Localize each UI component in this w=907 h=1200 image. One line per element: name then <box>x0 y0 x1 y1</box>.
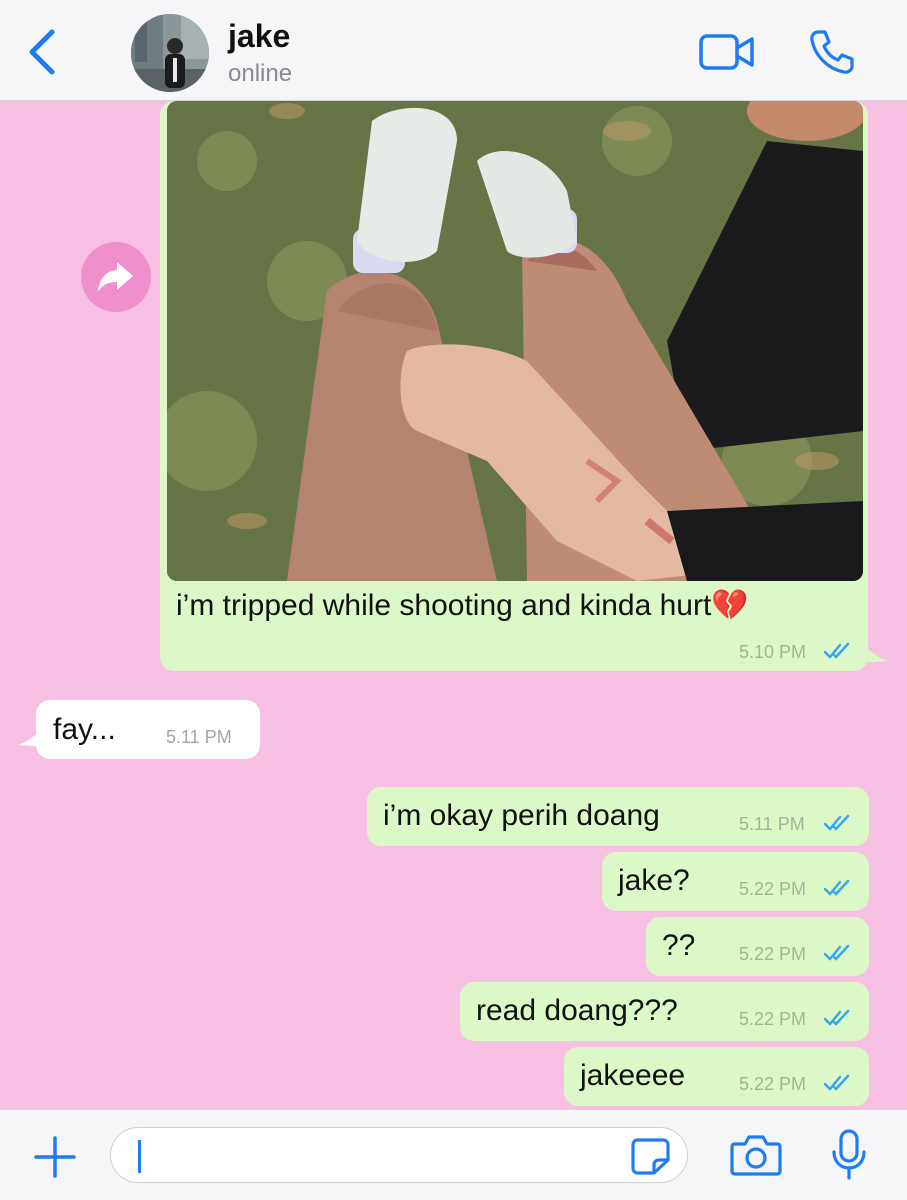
plus-icon[interactable] <box>32 1134 78 1180</box>
message-time: 5.11 PM <box>739 814 805 834</box>
read-ticks-icon <box>823 1009 850 1026</box>
phone-icon[interactable] <box>808 28 856 76</box>
outgoing-message[interactable]: read doang??? 5.22 PM <box>460 982 869 1041</box>
read-ticks-icon <box>823 1074 850 1091</box>
contact-status: online <box>228 60 293 87</box>
forward-button[interactable] <box>81 242 151 312</box>
sticker-icon[interactable] <box>629 1136 671 1176</box>
contact-name[interactable]: jake <box>228 18 290 55</box>
outgoing-message[interactable]: jake? 5.22 PM <box>602 852 869 911</box>
message-input-bar <box>0 1109 907 1200</box>
message-time: 5.22 PM <box>739 1009 807 1029</box>
read-ticks-icon <box>823 944 850 961</box>
message-time: 5.22 PM <box>739 944 807 964</box>
message-time: 5.10 PM <box>739 642 807 662</box>
incoming-message[interactable]: fay... 5.11 PM <box>36 700 260 759</box>
injury-photo[interactable] <box>167 101 863 581</box>
outgoing-photo-bubble[interactable]: i’m tripped while shooting and kinda hur… <box>160 101 868 671</box>
outgoing-message[interactable]: ?? 5.22 PM <box>646 917 869 976</box>
message-input[interactable] <box>110 1127 688 1183</box>
message-time: 5.11 PM <box>166 727 232 747</box>
message-text: i’m okay perih doang <box>383 799 660 832</box>
chat-area[interactable]: i’m tripped while shooting and kinda hur… <box>0 101 907 1109</box>
photo-caption: i’m tripped while shooting and kinda hur… <box>176 589 749 622</box>
message-time: 5.22 PM <box>739 879 807 899</box>
outgoing-message[interactable]: i’m okay perih doang 5.11 PM <box>367 787 869 846</box>
microphone-icon[interactable] <box>829 1128 869 1182</box>
message-text: jakeeee <box>580 1059 686 1092</box>
share-arrow-icon <box>98 262 133 292</box>
read-ticks-icon <box>823 642 850 659</box>
read-ticks-icon <box>823 814 850 831</box>
message-text: jake? <box>618 864 690 897</box>
message-text: read doang??? <box>476 994 678 1027</box>
bubble-tail <box>862 643 888 663</box>
chat-header: jake online <box>0 0 907 101</box>
read-ticks-icon <box>823 879 850 896</box>
back-chevron-icon[interactable] <box>24 26 60 78</box>
message-time: 5.22 PM <box>739 1074 807 1094</box>
outgoing-message[interactable]: jakeeee 5.22 PM <box>564 1047 869 1106</box>
message-text: ?? <box>662 929 696 962</box>
camera-icon[interactable] <box>729 1132 783 1178</box>
text-caret <box>138 1140 141 1173</box>
message-text: fay... <box>53 713 116 746</box>
contact-avatar[interactable] <box>131 14 209 92</box>
video-camera-icon[interactable] <box>698 32 756 72</box>
